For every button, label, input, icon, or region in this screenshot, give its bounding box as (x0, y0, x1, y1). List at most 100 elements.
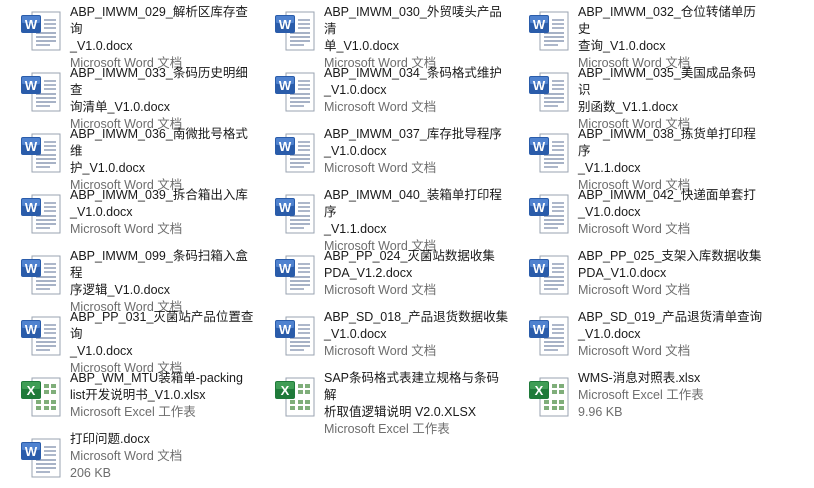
word-doc-icon: W (526, 250, 574, 300)
file-name-line1: ABP_IMWM_040_装箱单打印程序 (324, 188, 502, 219)
file-name-line2: _V1.1.docx (324, 222, 387, 236)
file-name-line1: ABP_PP_025_支架入库数据收集 (578, 249, 762, 263)
file-name-line2: _V1.1.docx (578, 161, 641, 175)
file-text: ABP_IMWM_030_外贸唛头产品清 单_V1.0.docx Microsoft… (324, 4, 509, 72)
file-item[interactable]: W ABP_IMWM_030_外贸唛头产品清 单_V1.0.docx Microsof… (254, 2, 504, 70)
svg-text:W: W (25, 139, 38, 154)
word-doc-icon: W (18, 311, 66, 361)
file-item[interactable]: W ABP_SD_018_产品退货数据收集 _V1.0.docx Microsoft … (254, 307, 508, 365)
excel-sheet-icon: X (18, 372, 66, 422)
file-name-line2: PDA_V1.0.docx (578, 266, 667, 280)
file-name-line2: 护_V1.0.docx (70, 161, 146, 175)
excel-sheet-icon: X (272, 372, 320, 422)
file-name-line2: PDA_V1.2.docx (324, 266, 413, 280)
file-text: ABP_PP_024_灭菌站数据收集 PDA_V1.2.docx Microsoft… (324, 248, 509, 299)
svg-text:W: W (533, 139, 546, 154)
svg-text:W: W (533, 17, 546, 32)
file-type: Microsoft Word 文档 (578, 283, 691, 297)
svg-text:W: W (25, 17, 38, 32)
file-item[interactable]: W ABP_IMWM_039_拆合箱出入库 _V1.0.docx Microsoft … (0, 185, 250, 243)
file-item[interactable]: W ABP_IMWM_037_库存批导程序 _V1.0.docx Microsoft … (254, 124, 504, 182)
file-type: Microsoft Excel 工作表 (324, 422, 450, 436)
svg-text:X: X (281, 383, 290, 398)
file-type: Microsoft Word 文档 (578, 222, 691, 236)
file-item[interactable]: W ABP_PP_024_灭菌站数据收集 PDA_V1.2.docx Microsof… (254, 246, 504, 304)
word-doc-icon: W (526, 189, 574, 239)
file-name-line2: _V1.0.docx (70, 39, 133, 53)
file-item[interactable]: W 打印问题.docx Microsoft Word 文档 206 KB (0, 429, 250, 487)
file-text: ABP_IMWM_033_条码历史明细查 询清单_V1.0.docx Microso… (70, 65, 255, 133)
file-text: ABP_IMWM_035_美国成品条码识 别函数_V1.1.docx Microso… (578, 65, 763, 133)
file-name-line1: ABP_IMWM_042_快递面单套打 (578, 188, 756, 202)
word-doc-icon: W (272, 67, 320, 117)
file-item[interactable]: X WMS-消息对照表.xlsx Microsoft Excel 工作表 9.96 K… (508, 368, 758, 426)
svg-text:W: W (279, 139, 292, 154)
file-type: Microsoft Word 文档 (324, 100, 437, 114)
file-name-line2: 询清单_V1.0.docx (70, 100, 171, 114)
file-item[interactable]: W ABP_IMWM_099_条码扫箱入盒程 序逻辑_V1.0.docx Micros… (0, 246, 250, 314)
file-name-line2: 单_V1.0.docx (324, 39, 400, 53)
file-name-line2: _V1.0.docx (578, 327, 641, 341)
file-item[interactable]: W ABP_PP_025_支架入库数据收集 PDA_V1.0.docx Microso… (508, 246, 761, 304)
file-name-line1: ABP_IMWM_036_南微批号格式维 (70, 127, 248, 158)
file-item[interactable]: W ABP_IMWM_038_拣货单打印程序 _V1.1.docx Microsoft… (508, 124, 758, 192)
file-text: ABP_IMWM_040_装箱单打印程序 _V1.1.docx Microsoft … (324, 187, 509, 255)
file-name-line1: ABP_IMWM_033_条码历史明细查 (70, 66, 248, 97)
file-name-line1: ABP_WM_MTU装箱单-packing (70, 371, 243, 385)
word-doc-icon: W (18, 189, 66, 239)
file-size: 206 KB (70, 466, 112, 480)
file-item[interactable]: W ABP_IMWM_029_解析区库存查询 _V1.0.docx Microsoft… (0, 2, 250, 70)
file-text: ABP_IMWM_038_拣货单打印程序 _V1.1.docx Microsoft … (578, 126, 763, 194)
file-text: ABP_PP_025_支架入库数据收集 PDA_V1.0.docx Microsof… (578, 248, 763, 299)
file-text: ABP_WM_MTU装箱单-packing list开发说明书_V1.0.xlsx… (70, 370, 255, 421)
file-type: Microsoft Word 文档 (70, 449, 183, 463)
file-item[interactable]: W ABP_IMWM_042_快递面单套打 _V1.0.docx Microsoft … (508, 185, 758, 243)
word-doc-icon: W (526, 128, 574, 178)
file-item[interactable]: W ABP_SD_019_产品退货清单查询 _V1.0.docx Microsoft … (508, 307, 762, 365)
file-item[interactable]: W ABP_IMWM_036_南微批号格式维 护_V1.0.docx Microsof… (0, 124, 250, 192)
file-name-line2: _V1.0.docx (70, 344, 133, 358)
file-name-line1: ABP_IMWM_032_仓位转储单历史 (578, 5, 756, 36)
svg-text:W: W (279, 78, 292, 93)
word-doc-icon: W (526, 67, 574, 117)
excel-sheet-icon: X (526, 372, 574, 422)
file-type: Microsoft Excel 工作表 (578, 388, 704, 402)
word-doc-icon: W (272, 189, 320, 239)
file-text: ABP_IMWM_037_库存批导程序 _V1.0.docx Microsoft W… (324, 126, 509, 177)
file-text: ABP_IMWM_036_南微批号格式维 护_V1.0.docx Microsoft… (70, 126, 255, 194)
svg-text:W: W (279, 17, 292, 32)
file-text: SAP条码格式表建立规格与条码解 析取值逻辑说明 V2.0.XLSX Microso… (324, 370, 509, 438)
svg-text:W: W (25, 261, 38, 276)
file-text: ABP_IMWM_039_拆合箱出入库 _V1.0.docx Microsoft W… (70, 187, 255, 238)
file-name-line1: ABP_PP_024_灭菌站数据收集 (324, 249, 495, 263)
file-text: ABP_IMWM_029_解析区库存查询 _V1.0.docx Microsoft … (70, 4, 255, 72)
file-name-line2: _V1.0.docx (324, 327, 387, 341)
word-doc-icon: W (18, 433, 66, 483)
file-type: Microsoft Word 文档 (324, 161, 437, 175)
file-type: Microsoft Word 文档 (578, 344, 691, 358)
file-text: ABP_IMWM_034_条码格式维护 _V1.0.docx Microsoft W… (324, 65, 509, 116)
file-item[interactable]: W ABP_PP_031_灭菌站产品位置查询 _V1.0.docx Microsoft… (0, 307, 253, 375)
svg-text:W: W (25, 444, 38, 459)
file-size: 9.96 KB (578, 405, 623, 419)
file-item[interactable]: W ABP_IMWM_032_仓位转储单历史 查询_V1.0.docx Microso… (508, 2, 758, 70)
file-item[interactable]: X SAP条码格式表建立规格与条码解 析取值逻辑说明 V2.0.XLSX Micros… (254, 368, 504, 436)
file-name-line2: _V1.0.docx (70, 205, 133, 219)
file-text: ABP_SD_018_产品退货数据收集 _V1.0.docx Microsoft W… (324, 309, 509, 360)
file-name-line1: ABP_IMWM_039_拆合箱出入库 (70, 188, 248, 202)
file-item[interactable]: X ABP_WM_MTU装箱单-packing list开发说明书_V1.0.xls… (0, 368, 250, 426)
word-doc-icon: W (272, 128, 320, 178)
file-name-line1: ABP_IMWM_029_解析区库存查询 (70, 5, 248, 36)
file-item[interactable]: W ABP_IMWM_035_美国成品条码识 别函数_V1.1.docx Micros… (508, 63, 758, 131)
file-text: WMS-消息对照表.xlsx Microsoft Excel 工作表 9.96 KB (578, 370, 763, 421)
file-item[interactable]: W ABP_IMWM_040_装箱单打印程序 _V1.1.docx Microsoft… (254, 185, 504, 253)
svg-text:W: W (279, 322, 292, 337)
file-item[interactable]: W ABP_IMWM_034_条码格式维护 _V1.0.docx Microsoft … (254, 63, 504, 121)
file-name-line2: 序逻辑_V1.0.docx (70, 283, 171, 297)
file-name-line2: 查询_V1.0.docx (578, 39, 666, 53)
file-name-line2: 析取值逻辑说明 V2.0.XLSX (324, 405, 477, 419)
file-item[interactable]: W ABP_IMWM_033_条码历史明细查 询清单_V1.0.docx Micros… (0, 63, 250, 131)
file-name-line2: 别函数_V1.1.docx (578, 100, 679, 114)
file-type: Microsoft Word 文档 (70, 222, 183, 236)
word-doc-icon: W (18, 128, 66, 178)
